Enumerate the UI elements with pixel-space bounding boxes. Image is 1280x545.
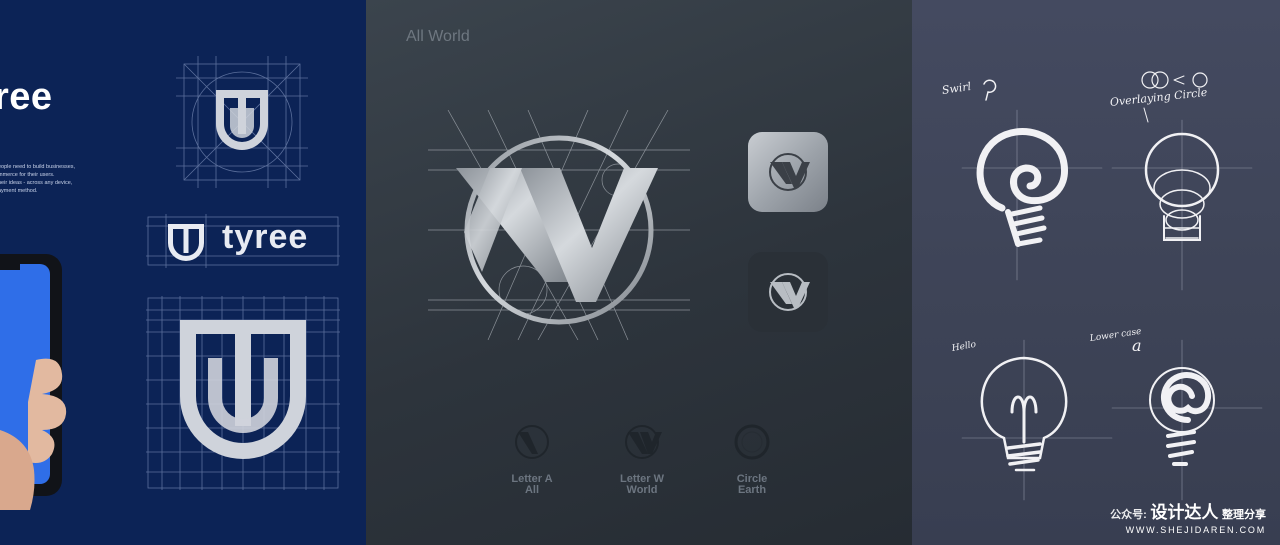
allworld-construction-logo [428, 110, 690, 340]
watermark-name: 设计达人 [1150, 503, 1219, 522]
tyree-large-logo [146, 296, 340, 490]
variant-label: Circle Earth [702, 474, 802, 496]
allworld-title: All World [406, 28, 470, 45]
brand-title: ree [0, 76, 53, 118]
watermark-suffix: 整理分享 [1222, 509, 1266, 521]
watermark-url: WWW.SHEJIDAREN.COM [1125, 525, 1266, 535]
variant-label-line2: World [626, 484, 658, 496]
sketch-panel: Swirl Overlaying Circle Hello Lower case… [912, 0, 1280, 545]
description-line: eople need to build businesses, [0, 164, 76, 170]
watermark-line: 公众号: 设计达人 整理分享 [1110, 498, 1266, 523]
brand-description: eople need to build businesses, mmerce f… [0, 163, 108, 195]
note-letter-a: a [1132, 336, 1142, 355]
variant-label-line2: Earth [737, 484, 767, 496]
variant-label: Letter A All [482, 474, 582, 496]
app-icon-dark [748, 252, 828, 332]
tyree-panel: ree eople need to build businesses, mmer… [0, 0, 366, 545]
description-line: heir ideas - across any device, [0, 180, 73, 186]
allworld-panel: All World Letter A All Letter W World Ci… [366, 0, 912, 545]
mini-mark-circle [734, 424, 770, 460]
description-line: ayment method. [0, 188, 38, 194]
description-line: mmerce for their users. [0, 172, 55, 178]
app-icon-silver [748, 132, 828, 212]
variant-label: Letter W World [592, 474, 692, 496]
tyree-wordmark: tyree [222, 218, 309, 256]
variant-label-line2: All [524, 484, 540, 496]
mini-mark-letter-w [625, 425, 662, 459]
mini-mark-letter-a [515, 425, 549, 459]
tyree-grid-logo [176, 56, 308, 188]
phone-mockup [0, 254, 67, 510]
watermark-prefix: 公众号: [1110, 509, 1147, 521]
watermark: 公众号: 设计达人 整理分享 WWW.SHEJIDAREN.COM [1110, 498, 1266, 535]
